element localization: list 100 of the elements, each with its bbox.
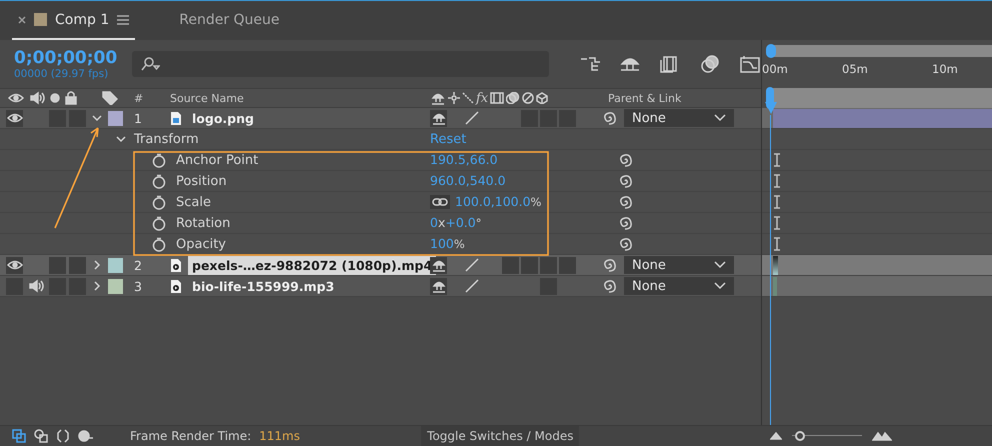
column-header: fx xyxy=(476,90,488,106)
solo-switch[interactable] xyxy=(49,256,66,274)
current-time[interactable]: 0;00;00;00 xyxy=(14,48,114,68)
zoom-slider-thumb[interactable] xyxy=(795,431,805,441)
caret-down-icon[interactable] xyxy=(92,113,102,123)
video-switch[interactable] xyxy=(6,113,22,123)
column-header: # xyxy=(134,92,144,104)
stopwatch-icon xyxy=(152,194,166,210)
stopwatch-icon xyxy=(152,174,166,188)
lock-icon xyxy=(65,91,77,105)
eye-icon xyxy=(8,93,24,103)
panel-tab[interactable]: Render Queue xyxy=(173,2,286,40)
parent-dropdown[interactable]: None xyxy=(624,256,734,274)
keyframe-marker-icon xyxy=(773,237,781,251)
property-value[interactable]: 0x+0.0° xyxy=(430,215,482,231)
pick-whip-icon xyxy=(618,216,632,230)
layer-row[interactable]: 3 bio-life-155999.mp3 None xyxy=(0,276,761,297)
pick-whip-icon xyxy=(602,279,616,293)
keyframe-marker-icon xyxy=(773,153,781,167)
property-name: Anchor Point xyxy=(176,152,258,168)
quality-icon xyxy=(462,92,474,104)
constrain-toggle[interactable] xyxy=(430,195,450,209)
search-field[interactable] xyxy=(132,51,549,77)
ruler-label: 00m xyxy=(762,62,789,76)
close-button[interactable] xyxy=(18,16,26,24)
audio-switch[interactable] xyxy=(28,279,44,293)
video-switch[interactable] xyxy=(6,260,22,270)
shy-icon xyxy=(430,279,446,293)
slash-icon xyxy=(464,111,480,125)
layer-number: 2 xyxy=(134,258,142,272)
pick-whip-icon xyxy=(618,195,632,209)
status-label: Frame Render Time: xyxy=(130,429,252,443)
layer-name[interactable]: logo.png xyxy=(188,108,258,128)
speaker-icon xyxy=(29,91,45,105)
mode-switch[interactable] xyxy=(540,256,557,274)
mode-switch[interactable] xyxy=(502,256,519,274)
caret-down-icon[interactable] xyxy=(116,134,126,144)
mode-switch[interactable] xyxy=(559,256,576,274)
property-value[interactable]: 100% xyxy=(430,236,465,252)
toggle-switches-button[interactable]: Toggle Switches / Modes xyxy=(421,426,580,446)
parent-dropdown[interactable]: None xyxy=(624,277,734,295)
flowchart-icon xyxy=(579,55,601,73)
mode-switch[interactable] xyxy=(521,256,538,274)
property-name: Position xyxy=(176,174,227,188)
pick-whip-icon xyxy=(618,153,632,167)
lock-switch[interactable] xyxy=(69,256,86,274)
layer-row[interactable]: 2 pexels-…ez-9882072 (1080p).mp4 None xyxy=(0,255,761,276)
stopwatch-icon xyxy=(152,236,166,252)
column-header: Source Name xyxy=(170,92,244,104)
blur-icon xyxy=(506,92,520,104)
pick-whip-icon xyxy=(602,258,616,272)
time-navigator[interactable] xyxy=(766,45,992,57)
keyframe-marker-icon xyxy=(773,174,781,188)
label-color[interactable] xyxy=(108,258,123,272)
parent-dropdown[interactable]: None xyxy=(624,109,734,127)
speaker-icon xyxy=(28,279,44,293)
zoom-in-icon xyxy=(872,431,892,441)
property-name: Rotation xyxy=(176,216,230,230)
label-color[interactable] xyxy=(108,278,123,294)
motion-blur-icon xyxy=(699,55,721,73)
playhead-handle[interactable] xyxy=(765,102,777,114)
layer-name[interactable]: bio-life-155999.mp3 xyxy=(188,276,338,296)
render-time: 111ms xyxy=(259,429,302,443)
layer-name[interactable]: pexels-…ez-9882072 (1080p).mp4 xyxy=(188,256,436,274)
comp-flow-icon xyxy=(12,429,26,443)
solo-icon xyxy=(50,93,60,103)
pick-whip-icon xyxy=(618,174,632,188)
keyframe-marker-icon xyxy=(773,216,781,230)
media-file-icon xyxy=(170,258,182,272)
search-icon xyxy=(140,57,160,71)
caret-right-icon[interactable] xyxy=(92,281,102,291)
bracket-icon xyxy=(56,429,70,443)
menu-icon xyxy=(117,14,130,24)
ruler-label: 10m xyxy=(932,62,959,76)
cube-icon xyxy=(536,92,548,104)
group-name: Transform xyxy=(134,132,199,146)
caret-right-icon[interactable] xyxy=(92,260,102,270)
frame-rate: 00000 (29.97 fps) xyxy=(14,68,110,80)
image-file-icon xyxy=(170,110,182,126)
layer-bar[interactable] xyxy=(773,256,778,274)
graph-editor-icon xyxy=(739,55,761,73)
column-header: Parent & Link xyxy=(608,92,682,104)
blend-icon xyxy=(34,429,48,443)
media-file-icon xyxy=(170,278,182,294)
eye-icon xyxy=(6,113,22,123)
tag-icon xyxy=(102,91,118,105)
zoom-out-icon xyxy=(770,432,782,440)
property-value[interactable]: 100.0,100.0% xyxy=(455,194,542,210)
keyframe-marker-icon xyxy=(773,195,781,209)
shy-icon xyxy=(430,111,446,125)
layer-row[interactable]: 1 logo.png None xyxy=(0,108,761,129)
label-color[interactable] xyxy=(108,110,123,126)
chevron-icon xyxy=(714,261,726,269)
ruler-label: 05m xyxy=(842,62,869,76)
sun-icon xyxy=(448,92,460,104)
pick-whip-icon xyxy=(602,111,616,125)
chevron-icon xyxy=(714,282,726,290)
adjustment-icon xyxy=(522,92,534,104)
pick-whip-icon xyxy=(618,237,632,251)
layer-number: 3 xyxy=(134,278,142,294)
